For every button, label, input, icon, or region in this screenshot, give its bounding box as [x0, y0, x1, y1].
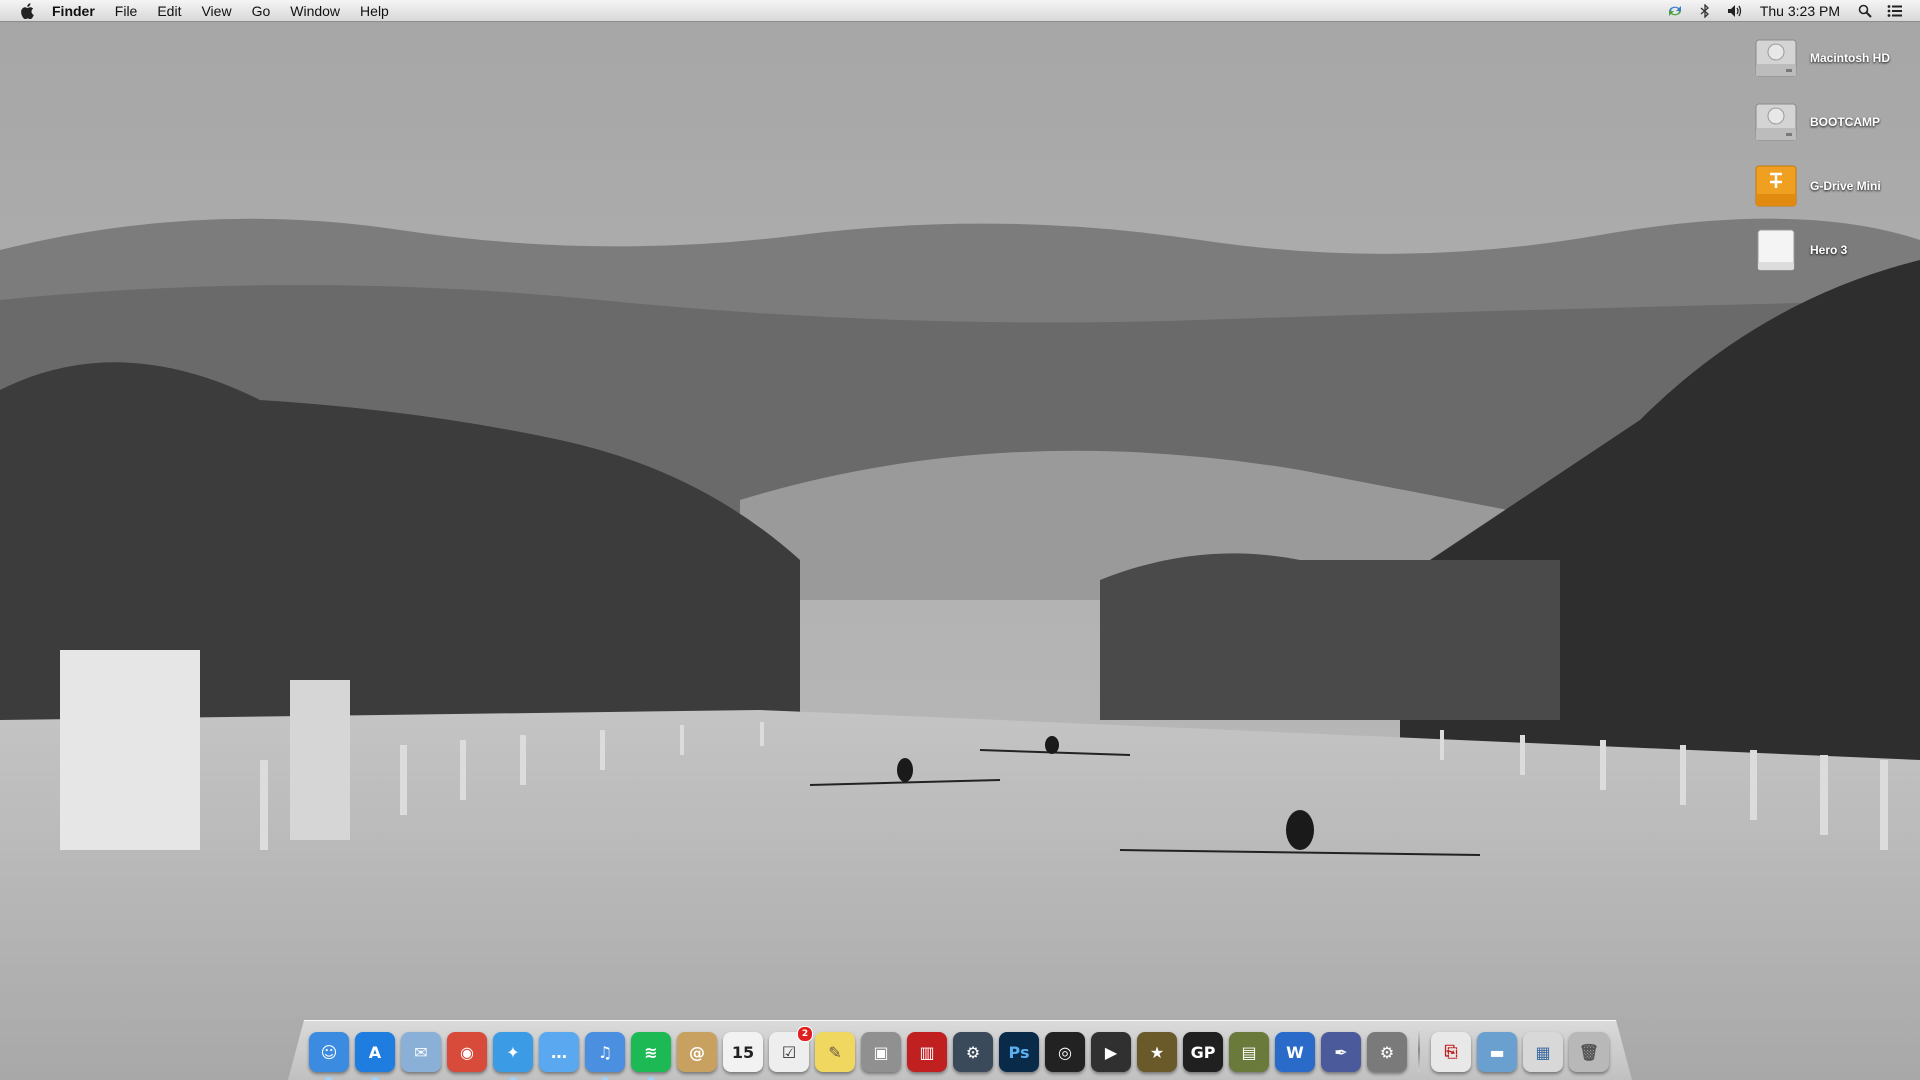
menu-view[interactable]: View — [191, 0, 241, 22]
menu-go[interactable]: Go — [242, 0, 281, 22]
dock-system-preferences[interactable]: ⚙ — [1367, 1032, 1407, 1072]
desktop-icon-g-drive-mini[interactable]: G-Drive Mini — [1752, 158, 1912, 214]
menu-bar-left: Finder File Edit View Go Window Help — [0, 0, 399, 22]
scanner-icon: ▣ — [873, 1042, 889, 1062]
dock-preview[interactable]: ✉ — [401, 1032, 441, 1072]
dock-downloads-stack[interactable]: ▦ — [1523, 1032, 1563, 1072]
steam-icon: ⚙ — [965, 1042, 981, 1062]
desktop-icon-hero-3[interactable]: Hero 3 — [1752, 222, 1912, 278]
dock-separator — [1418, 1028, 1420, 1072]
app-store-icon: A — [368, 1042, 382, 1062]
dock-scanner[interactable]: ▣ — [861, 1032, 901, 1072]
desktop-icon-label: BOOTCAMP — [1810, 115, 1880, 129]
dock-safari[interactable]: ✦ — [493, 1032, 533, 1080]
dock-calendar[interactable]: 15 — [723, 1032, 763, 1072]
removable-drive-icon — [1757, 229, 1795, 271]
sync-icon[interactable] — [1666, 2, 1684, 20]
stickies-icon: ✎ — [828, 1042, 842, 1062]
spotlight-icon[interactable] — [1856, 2, 1874, 20]
dock-photoshop[interactable]: Ps — [999, 1032, 1039, 1072]
menu-bar-right: Thu 3:23 PM — [1660, 0, 1920, 22]
itunes-icon: ♫ — [597, 1042, 613, 1062]
final-cut-icon: ▶ — [1104, 1042, 1118, 1062]
dock-aperture[interactable]: ◎ — [1045, 1032, 1085, 1072]
dock-gopro[interactable]: GP — [1183, 1032, 1223, 1072]
script-editor-icon: ✒ — [1334, 1042, 1348, 1062]
contacts-icon: @ — [689, 1042, 705, 1062]
wallpaper-image — [0, 0, 1920, 1080]
menu-bar: Finder File Edit View Go Window Help Thu… — [0, 0, 1920, 22]
menu-edit[interactable]: Edit — [147, 0, 191, 22]
imovie-icon: ★ — [1149, 1042, 1165, 1062]
photoshop-icon: Ps — [1008, 1042, 1030, 1062]
dock-spotify[interactable]: ≋ — [631, 1032, 671, 1080]
desktop-icon-label: Macintosh HD — [1810, 51, 1891, 65]
trash-icon: 🗑 — [1578, 1042, 1600, 1062]
desktop-icon-bootcamp[interactable]: BOOTCAMP — [1752, 94, 1912, 150]
dock-badge: 2 — [797, 1026, 813, 1042]
dock-chrome[interactable]: ◉ — [447, 1032, 487, 1072]
dock-folder-stack[interactable]: ▬ — [1477, 1032, 1517, 1072]
pdf-stack-icon: ⎘ — [1444, 1042, 1458, 1061]
dock-finder[interactable]: ☺ — [309, 1032, 349, 1080]
apple-icon[interactable] — [18, 2, 36, 20]
dock-stickies[interactable]: ✎ — [815, 1032, 855, 1072]
dock-reminders[interactable]: ☑ 2 — [769, 1026, 813, 1072]
dock-trash[interactable]: 🗑 — [1569, 1032, 1609, 1072]
textbook-icon: ▤ — [1241, 1042, 1257, 1062]
dock-pdf-stack[interactable]: ⎘ — [1431, 1032, 1471, 1072]
system-preferences-icon: ⚙ — [1379, 1042, 1395, 1062]
safari-icon: ✦ — [506, 1042, 520, 1062]
menu-help[interactable]: Help — [350, 0, 399, 22]
dock-messages[interactable]: … — [539, 1032, 579, 1072]
dock-contacts[interactable]: @ — [677, 1032, 717, 1072]
dock-app-store[interactable]: A — [355, 1032, 395, 1080]
menu-window[interactable]: Window — [280, 0, 350, 22]
dock-photo-booth[interactable]: ▥ — [907, 1032, 947, 1072]
photo-booth-icon: ▥ — [919, 1042, 935, 1062]
dock-word[interactable]: W — [1275, 1032, 1315, 1072]
dock-steam[interactable]: ⚙ — [953, 1032, 993, 1072]
firewire-drive-icon — [1755, 165, 1797, 207]
notification-list-icon[interactable] — [1886, 2, 1904, 20]
desktop[interactable]: Finder File Edit View Go Window Help Thu… — [0, 0, 1920, 1080]
menu-app-finder[interactable]: Finder — [52, 0, 105, 22]
dock-script-editor[interactable]: ✒ — [1321, 1032, 1361, 1072]
word-icon: W — [1286, 1042, 1304, 1062]
dock-itunes[interactable]: ♫ — [585, 1032, 625, 1080]
hard-drive-icon — [1755, 39, 1797, 77]
chrome-icon: ◉ — [460, 1042, 474, 1062]
reminders-icon: ☑ — [781, 1042, 797, 1062]
calendar-icon: 15 — [731, 1042, 755, 1062]
dock-final-cut[interactable]: ▶ — [1091, 1032, 1131, 1072]
finder-icon: ☺ — [320, 1042, 338, 1062]
dock-textbook[interactable]: ▤ — [1229, 1032, 1269, 1072]
desktop-icon-label: G-Drive Mini — [1810, 179, 1881, 193]
aperture-icon: ◎ — [1058, 1042, 1072, 1062]
downloads-stack-icon: ▦ — [1535, 1042, 1551, 1062]
hard-drive-icon — [1755, 103, 1797, 141]
folder-stack-icon: ▬ — [1489, 1042, 1505, 1062]
desktop-icon-macintosh-hd[interactable]: Macintosh HD — [1752, 30, 1912, 86]
preview-icon: ✉ — [414, 1042, 428, 1062]
menu-file[interactable]: File — [105, 0, 148, 22]
spotify-icon: ≋ — [644, 1042, 658, 1062]
dock-imovie[interactable]: ★ — [1137, 1032, 1177, 1072]
messages-icon: … — [551, 1042, 567, 1062]
bluetooth-icon[interactable] — [1696, 2, 1714, 20]
volume-icon[interactable] — [1726, 2, 1744, 20]
gopro-icon: GP — [1190, 1042, 1216, 1062]
dock: ☺ A ✉ ◉ ✦ … ♫ ≋ @15 ☑ 2 ✎ ▣ ▥ ⚙ Ps ◎ ▶ ★ GP ▤ W ✒ ⚙ ⎘ ▬ ▦ 🗑 — [306, 1022, 1612, 1080]
menu-clock[interactable]: Thu 3:23 PM — [1750, 3, 1850, 19]
desktop-icon-label: Hero 3 — [1810, 243, 1848, 257]
